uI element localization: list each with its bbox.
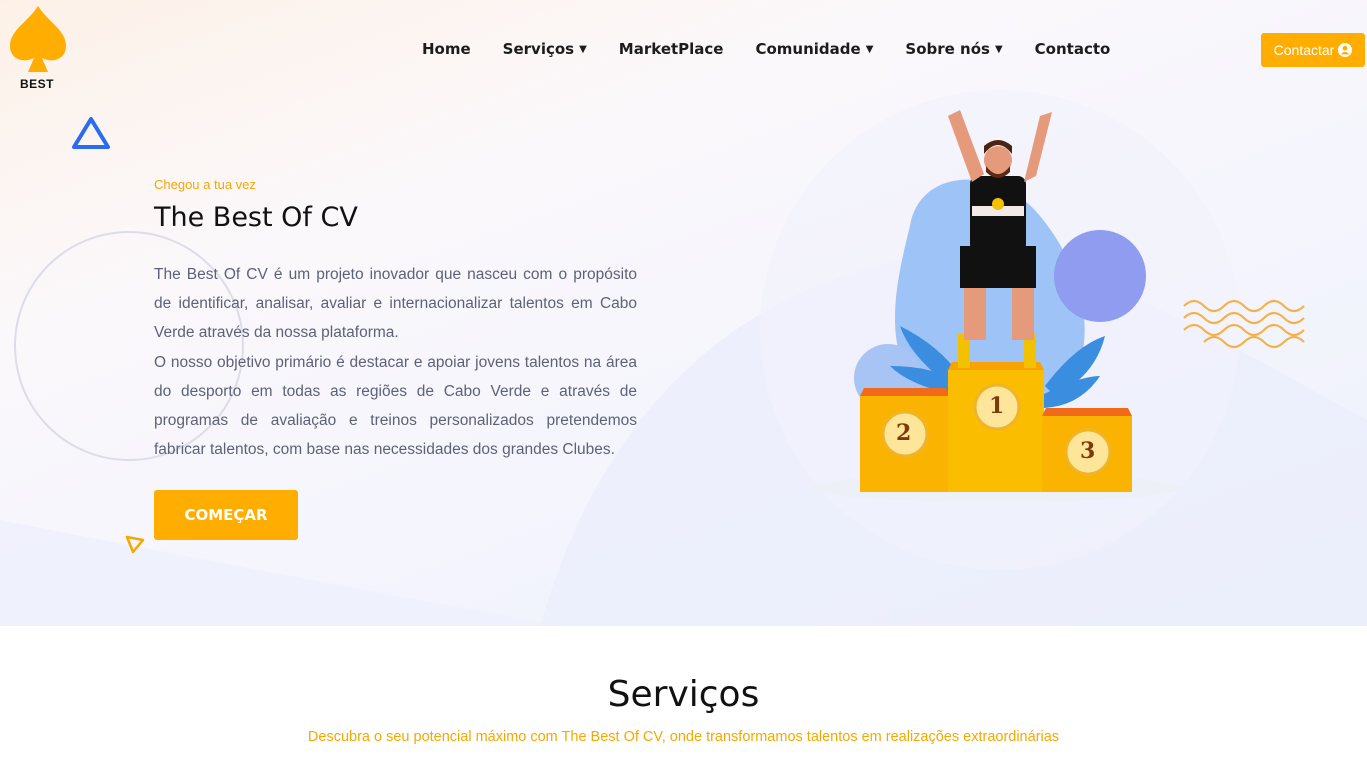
nav-marketplace[interactable]: MarketPlace (619, 38, 724, 60)
nav-comunidade[interactable]: Comunidade ▼ (755, 38, 873, 60)
contactar-button-label: Contactar (1273, 42, 1335, 58)
hero-description: The Best Of CV é um projeto inovador que… (154, 260, 637, 464)
chevron-down-icon: ▼ (579, 43, 587, 55)
nav-sobre-nos[interactable]: Sobre nós ▼ (905, 38, 1002, 60)
small-triangle-icon (125, 535, 145, 554)
nav-marketplace-label: MarketPlace (618, 40, 724, 58)
podium-number-2: 2 (896, 420, 912, 446)
nav-contacto[interactable]: Contacto (1035, 38, 1111, 60)
services-subtitle: Descubra o seu potencial máximo com The … (307, 729, 1060, 745)
user-circle-icon (1338, 43, 1353, 57)
nav-servicos[interactable]: Serviços ▼ (503, 38, 587, 60)
contactar-button[interactable]: Contactar (1261, 33, 1365, 67)
main-navigation: Home Serviços ▼ MarketPlace Comunidade ▼ S… (422, 38, 1142, 60)
nav-comunidade-label: Comunidade (755, 40, 861, 58)
hero-paragraph-2: O nosso objetivo primário é destacar e a… (154, 353, 637, 459)
podium-illustration (810, 110, 1182, 502)
nav-home[interactable]: Home (422, 38, 471, 60)
comecar-button[interactable]: COMEÇAR (154, 490, 298, 540)
nav-home-label: Home (422, 40, 471, 58)
hero-eyebrow: Chegou a tua vez (154, 177, 256, 192)
hero-paragraph-1: The Best Of CV é um projeto inovador que… (154, 266, 637, 342)
podium-number-3: 3 (1080, 438, 1096, 464)
nav-servicos-label: Serviços (502, 40, 575, 58)
logo-text: BEST (20, 77, 55, 91)
podium-number-1: 1 (989, 393, 1005, 419)
nav-contacto-label: Contacto (1034, 40, 1111, 58)
services-title: Serviços (607, 674, 760, 715)
chevron-down-icon: ▼ (994, 43, 1003, 55)
hero-title: The Best Of CV (154, 202, 358, 233)
nav-sobre-nos-label: Sobre nós (905, 40, 990, 58)
triangle-icon (72, 117, 110, 149)
chevron-down-icon: ▼ (865, 43, 874, 55)
